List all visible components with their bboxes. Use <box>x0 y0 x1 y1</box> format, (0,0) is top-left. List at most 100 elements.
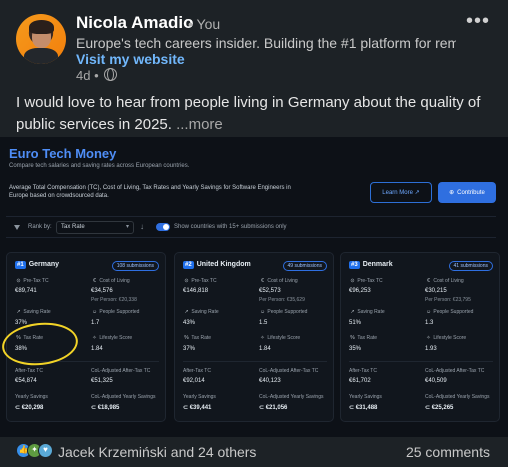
filter-icon <box>14 225 20 231</box>
saving-rate-label: ↗ Saving Rate <box>350 309 385 315</box>
saving-rate-label: ↗ Saving Rate <box>184 309 219 315</box>
submissions-badge: 41 submissions <box>448 261 493 271</box>
col-adjusted-label: CoL-Adjusted After-Tax TC <box>425 368 485 374</box>
piggy-bank-icon: ⊂ <box>91 405 97 411</box>
people-supported-value: 1.7 <box>91 320 100 326</box>
author-name[interactable]: Nicola Amadio <box>76 13 193 33</box>
col-adjusted-label: CoL-Adjusted After-Tax TC <box>259 368 319 374</box>
author-headline: Europe's tech careers insider. Building … <box>76 35 456 51</box>
card-title: #2 United Kingdom <box>183 261 251 269</box>
cost-of-living-value: €30,215 <box>425 288 447 294</box>
saving-rate-label: ↗ Saving Rate <box>16 309 51 315</box>
col-adjusted-value: €40,509 <box>425 378 447 384</box>
euro-icon: € <box>427 278 430 284</box>
tax-rate-value: 35% <box>349 346 362 352</box>
reactors-link[interactable]: Jacek Krzemiński and 24 others <box>58 444 256 460</box>
yearly-savings-label: Yearly Savings <box>183 394 216 400</box>
submissions-badge: 49 submissions <box>282 261 327 271</box>
euro-icon: € <box>261 278 264 284</box>
globe-icon <box>104 68 117 81</box>
support-reaction-icon[interactable]: ♥ <box>38 443 53 458</box>
country-name: United Kingdom <box>196 261 251 268</box>
col-adjusted-yearly-value: ⊂ €21,056 <box>259 405 288 411</box>
people-supported-label: ☺ People Supported <box>91 309 140 315</box>
yearly-savings-label: Yearly Savings <box>349 394 382 400</box>
post-timestamp: 4d • <box>76 68 99 83</box>
embed-title: Euro Tech Money <box>9 146 117 161</box>
col-adjusted-value: €40,123 <box>259 378 281 384</box>
chart-icon: ↗ <box>184 309 189 315</box>
yearly-savings-value: ⊂ €39,441 <box>183 405 212 411</box>
card-divider <box>349 361 493 362</box>
social-counts-bar: 👍 ✦ ♥ Jacek Krzemiński and 24 others 25 … <box>0 437 508 467</box>
plus-icon: ⊕ <box>449 190 455 196</box>
pre-tax-value: €146,818 <box>183 288 209 294</box>
lifestyle-value: 1.84 <box>91 346 103 352</box>
rank-by-value: Tax Rate <box>61 224 85 230</box>
card-divider <box>183 361 327 362</box>
lifestyle-value: 1.84 <box>259 346 271 352</box>
after-tax-label: After-Tax TC <box>183 368 211 374</box>
piggy-bank-icon: ⊂ <box>425 405 431 411</box>
people-icon: ☺ <box>425 309 432 315</box>
embed-description: Average Total Compensation (TC), Cost of… <box>9 185 291 199</box>
after-tax-value: €54,874 <box>15 378 37 384</box>
after-tax-value: €92,014 <box>183 378 205 384</box>
connection-degree: • You <box>188 16 221 32</box>
learn-more-label: Learn More <box>382 189 413 196</box>
card-title: #3 Denmark <box>349 261 393 269</box>
sparkle-icon: ✧ <box>260 335 265 341</box>
pre-tax-label: ⊙ Pre-Tax TC <box>184 278 217 284</box>
country-name: Germany <box>28 261 60 268</box>
comments-count-link[interactable]: 25 comments <box>406 444 490 460</box>
submissions-toggle <box>156 223 170 231</box>
percent-icon: % <box>350 335 355 341</box>
cost-of-living-label: € Cost of Living <box>425 278 464 284</box>
rank-badge: #3 <box>349 261 360 269</box>
more-options-icon[interactable]: ••• <box>466 10 490 33</box>
tax-rate-label: % Tax Rate <box>184 335 212 341</box>
col-adjusted-yearly-value: ⊂ €18,985 <box>91 405 120 411</box>
percent-icon: % <box>184 335 189 341</box>
tax-rate-value: 37% <box>183 346 196 352</box>
after-tax-label: After-Tax TC <box>349 368 377 374</box>
see-more-link[interactable]: ...more <box>176 116 223 133</box>
country-name: Denmark <box>362 261 393 268</box>
visit-website-link[interactable]: Visit my website <box>76 51 185 67</box>
cost-of-living-label: € Cost of Living <box>91 278 130 284</box>
people-supported-value: 1.3 <box>425 320 434 326</box>
piggy-bank-icon: ⊂ <box>259 405 265 411</box>
contribute-button: ⊕ Contribute <box>438 182 496 203</box>
people-supported-label: ☺ People Supported <box>425 309 474 315</box>
rank-by-select: Tax Rate ▾ <box>56 221 134 234</box>
avatar[interactable] <box>16 14 66 64</box>
country-card-united-kingdom: #2 United Kingdom 49 submissions ⊙ Pre-Ta… <box>174 252 334 422</box>
col-adjusted-value: €51,325 <box>91 378 113 384</box>
sparkle-icon: ✧ <box>426 335 431 341</box>
chevron-down-icon: ▾ <box>125 224 129 230</box>
people-supported-value: 1.5 <box>259 320 268 326</box>
money-icon: ⊙ <box>184 278 189 284</box>
pre-tax-label: ⊙ Pre-Tax TC <box>16 278 49 284</box>
submissions-badge: 108 submissions <box>111 261 159 271</box>
col-adjusted-yearly-label: CoL-Adjusted Yearly Savings <box>425 394 490 400</box>
piggy-bank-icon: ⊂ <box>15 405 21 411</box>
money-icon: ⊙ <box>16 278 21 284</box>
external-link-icon: ↗ <box>412 190 420 196</box>
rank-by-label: Rank by: <box>28 224 52 230</box>
cost-of-living-value: €34,576 <box>91 288 113 294</box>
cost-of-living-value: €52,573 <box>259 288 281 294</box>
rank-badge: #1 <box>15 261 26 269</box>
rank-badge: #2 <box>183 261 194 269</box>
embed-subtitle: Compare tech salaries and saving rates a… <box>9 163 190 169</box>
piggy-bank-icon: ⊂ <box>349 405 355 411</box>
pre-tax-label: ⊙ Pre-Tax TC <box>350 278 383 284</box>
cost-of-living-label: € Cost of Living <box>259 278 298 284</box>
per-person-value: Per Person: €35,629 <box>259 297 305 303</box>
pre-tax-value: €89,741 <box>15 288 37 294</box>
yearly-savings-value: ⊂ €31,488 <box>349 405 378 411</box>
yearly-savings-value: ⊂ €20,298 <box>15 405 44 411</box>
sort-arrow-icon: ↓ <box>140 222 144 231</box>
after-tax-value: €61,702 <box>349 378 371 384</box>
embedded-image[interactable]: Euro Tech Money Compare tech salaries an… <box>0 137 508 437</box>
